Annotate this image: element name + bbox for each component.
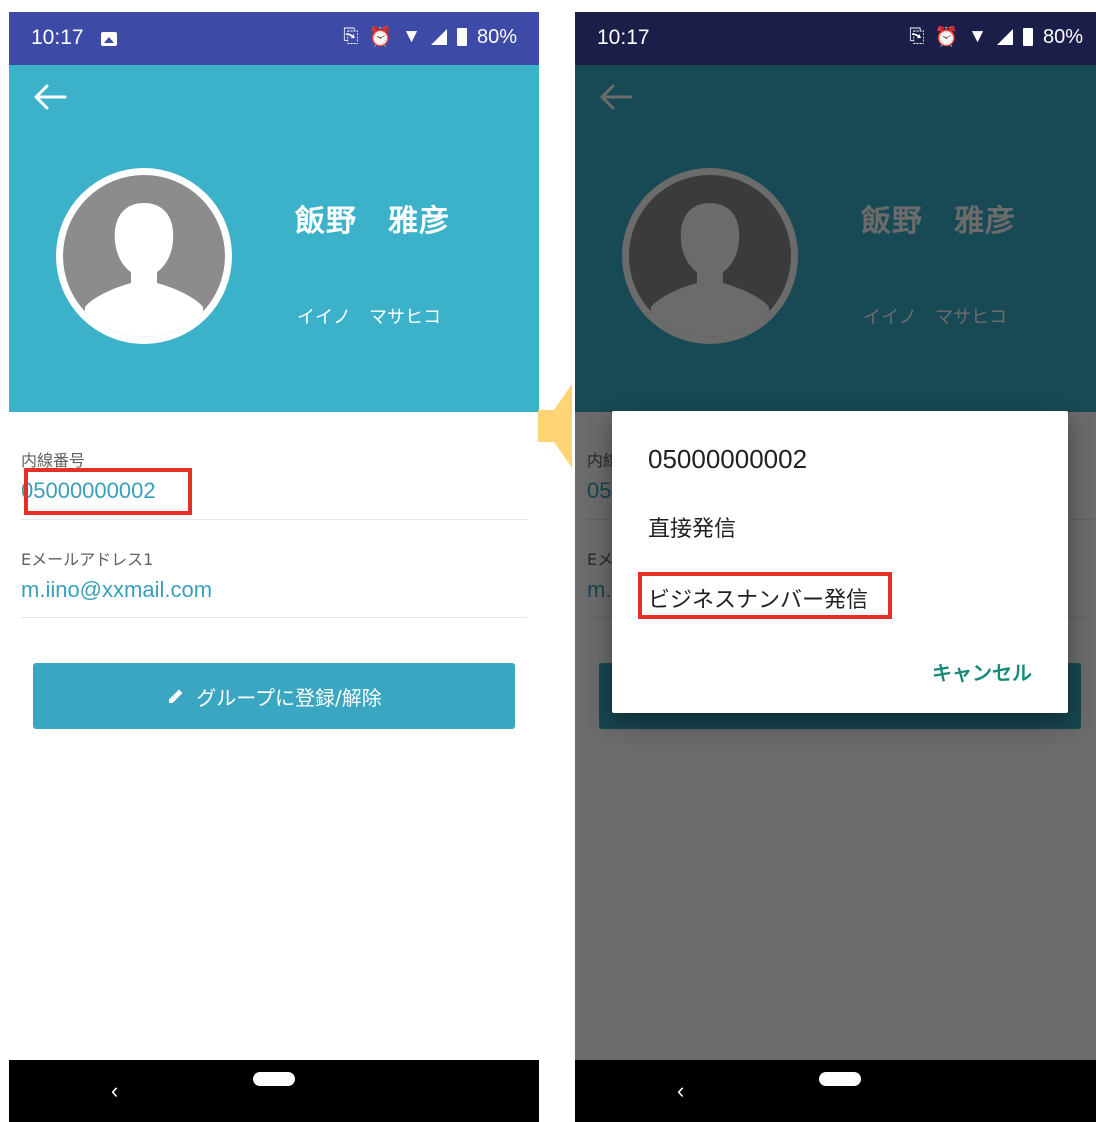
avatar-silhouette-icon — [85, 203, 203, 337]
nav-home-pill[interactable] — [253, 1072, 295, 1086]
nav-back-icon[interactable]: ‹ — [111, 1078, 118, 1104]
battery-icon — [456, 28, 467, 46]
alarm-icon: ⏰ — [934, 27, 959, 48]
status-icons: ⎘ ⏰ ▼ 80% — [343, 25, 517, 49]
contact-name: 飯野 雅彦 — [295, 204, 450, 239]
highlight-box-extension — [24, 468, 192, 515]
status-time: 10:17 — [597, 26, 650, 49]
battery-icon — [1022, 28, 1033, 46]
contact-header: 飯野 雅彦 イイノ マサヒコ — [9, 65, 539, 412]
status-bar: 10:17 ⎘ ⏰ ▼ 80% — [9, 12, 539, 65]
signal-icon — [996, 29, 1013, 45]
phone-screen-after: 10:17 ⎘ ⏰ ▼ 80% 飯野 雅彦 イイノ マサヒコ 内線番号 0500… — [575, 12, 1096, 1122]
status-time: 10:17 — [31, 26, 84, 49]
pencil-icon — [169, 689, 183, 703]
call-options-dialog: 05000000002 直接発信 ビジネスナンバー発信 キャンセル — [612, 411, 1068, 713]
nfc-icon: ⎘ — [343, 26, 359, 47]
cancel-button[interactable]: キャンセル — [932, 657, 1032, 686]
navigation-bar: ‹ — [575, 1060, 1096, 1122]
wifi-icon: ▼ — [968, 26, 987, 47]
nav-home-pill[interactable] — [819, 1072, 861, 1086]
nfc-icon: ⎘ — [909, 26, 925, 47]
email-label: Eメールアドレス1 — [21, 550, 154, 569]
back-arrow-icon[interactable] — [33, 83, 67, 111]
signal-icon — [430, 29, 447, 45]
nav-back-icon[interactable]: ‹ — [677, 1078, 684, 1104]
status-bar: 10:17 ⎘ ⏰ ▼ 80% — [575, 12, 1096, 65]
divider — [21, 519, 527, 520]
contact-name-kana: イイノ マサヒコ — [297, 307, 441, 328]
wifi-icon: ▼ — [402, 26, 421, 47]
phone-screen-before: 10:17 ⎘ ⏰ ▼ 80% 飯野 雅彦 イイノ マサヒコ 内線番号 0500… — [9, 12, 539, 1122]
navigation-bar: ‹ — [9, 1060, 539, 1122]
email-link[interactable]: m.iino@xxmail.com — [21, 577, 212, 603]
direct-call-option[interactable]: 直接発信 — [648, 511, 736, 543]
alarm-icon: ⏰ — [368, 27, 393, 48]
divider — [21, 617, 527, 618]
dialog-title: 05000000002 — [648, 444, 808, 474]
highlight-box-business-call — [638, 572, 892, 619]
avatar — [56, 168, 232, 344]
image-icon — [101, 32, 117, 46]
battery-percent: 80% — [476, 25, 517, 48]
status-icons: ⎘ ⏰ ▼ 80% — [909, 25, 1083, 49]
group-register-label: グループに登録/解除 — [196, 685, 382, 710]
transition-arrow-icon — [538, 384, 572, 468]
battery-percent: 80% — [1042, 25, 1083, 48]
group-register-button[interactable]: グループに登録/解除 — [33, 663, 515, 729]
